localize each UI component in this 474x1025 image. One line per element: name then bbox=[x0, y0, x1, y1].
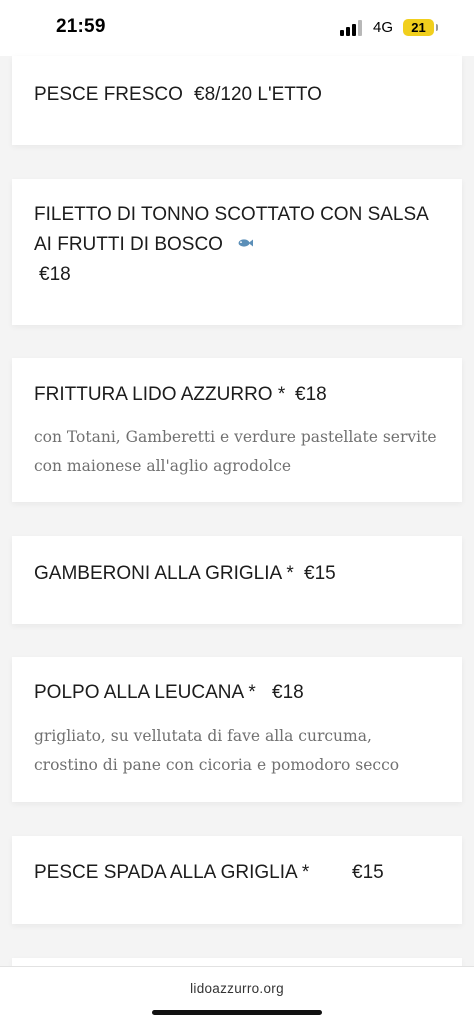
menu-item-title-line-2: AI FRUTTI DI BOSCO bbox=[34, 234, 223, 255]
menu-item-filetto-di-tonno: FILETTO DI TONNO SCOTTATO CON SALSA AI F… bbox=[12, 179, 462, 325]
menu-item-price: €18 bbox=[295, 384, 327, 405]
menu-item-price: €18 bbox=[272, 682, 304, 703]
menu-item-gamberoni-alla-griglia: GAMBERONI ALLA GRIGLIA * €15 bbox=[12, 536, 462, 624]
menu-item-price: €15 bbox=[304, 563, 336, 584]
network-label: 4G bbox=[373, 19, 394, 36]
menu-item-price: €8/120 L'ETTO bbox=[194, 84, 322, 105]
menu-item-title: FRITTURA LIDO AZZURRO * bbox=[34, 384, 286, 405]
menu-item-polpo-alla-leucana: POLPO ALLA LEUCANA * €18 grigliato, su v… bbox=[12, 657, 462, 802]
menu-item-frittura-lido-azzurro: FRITTURA LIDO AZZURRO * €18 con Totani, … bbox=[12, 358, 462, 502]
menu-item-description-line-2: con maionese all'aglio agrodolce bbox=[34, 457, 292, 475]
menu-item-pesce-spada-alla-griglia: PESCE SPADA ALLA GRIGLIA * €15 bbox=[12, 836, 462, 924]
menu-item-title: POLPO ALLA LEUCANA * bbox=[34, 682, 256, 703]
menu-item-description-line-2: crostino di pane con cicoria e pomodoro … bbox=[34, 756, 400, 774]
battery-nub bbox=[436, 24, 438, 31]
url-label[interactable]: lidoazzurro.org bbox=[0, 981, 474, 996]
menu-item-price: €18 bbox=[39, 264, 71, 285]
battery-level: 21 bbox=[411, 20, 426, 35]
menu-item-price: €15 bbox=[352, 862, 384, 883]
status-time: 21:59 bbox=[56, 16, 106, 37]
menu-item-title: PESCE SPADA ALLA GRIGLIA * bbox=[34, 862, 310, 883]
menu-item-title: PESCE FRESCO bbox=[34, 84, 183, 105]
browser-bottom-bar: lidoazzurro.org bbox=[0, 966, 474, 1025]
signal-bars-icon bbox=[340, 20, 362, 36]
menu-item-description-line-1: grigliato, su vellutata di fave alla cur… bbox=[34, 727, 372, 745]
status-bar: 21:59 4G 21 bbox=[0, 0, 474, 56]
fish-icon bbox=[238, 239, 253, 247]
home-indicator[interactable] bbox=[152, 1010, 322, 1015]
battery-icon: 21 bbox=[403, 19, 434, 36]
menu-item-title: GAMBERONI ALLA GRIGLIA * bbox=[34, 563, 294, 584]
menu-item-partial bbox=[12, 958, 462, 966]
menu-item-pesce-fresco: PESCE FRESCO €8/120 L'ETTO bbox=[12, 56, 462, 145]
menu-item-description-line-1: con Totani, Gamberetti e verdure pastell… bbox=[34, 428, 437, 446]
menu-item-title-line-1: FILETTO DI TONNO SCOTTATO CON SALSA bbox=[34, 204, 429, 225]
